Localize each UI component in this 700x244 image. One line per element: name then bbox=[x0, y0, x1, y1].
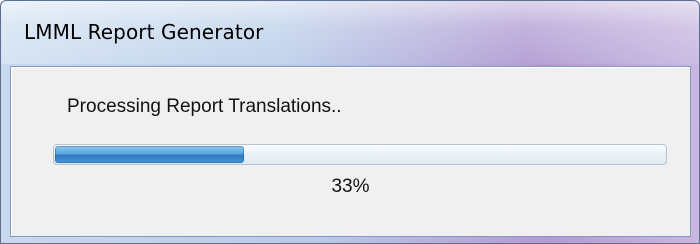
window-title: LMML Report Generator bbox=[24, 20, 264, 44]
progress-percent-label: 33% bbox=[331, 176, 370, 197]
dialog-body: Processing Report Translations.. 33% bbox=[10, 66, 691, 237]
progress-dialog-window: LMML Report Generator Processing Report … bbox=[0, 0, 700, 244]
title-bar[interactable]: LMML Report Generator bbox=[1, 1, 699, 64]
status-message: Processing Report Translations.. bbox=[67, 96, 342, 117]
progress-bar bbox=[53, 144, 667, 165]
progress-bar-fill bbox=[55, 146, 244, 163]
